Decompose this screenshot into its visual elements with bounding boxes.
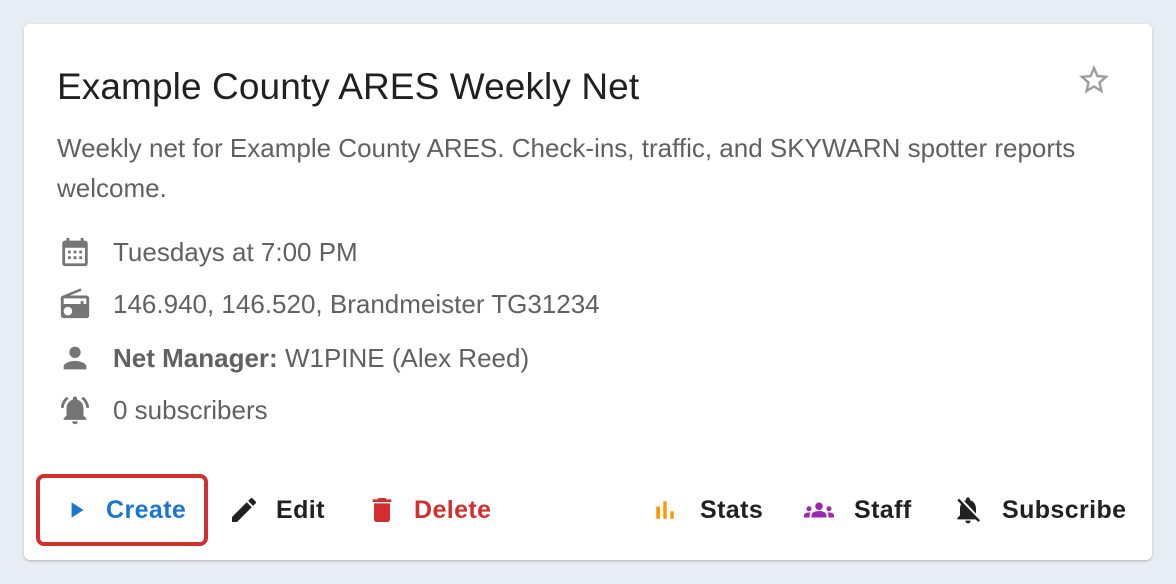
- staff-button[interactable]: Staff: [794, 480, 918, 540]
- calendar-icon: [57, 234, 93, 270]
- trash-icon: [372, 498, 392, 522]
- manager-label: Net Manager:: [113, 342, 278, 373]
- schedule-row: Tuesdays at 7:00 PM: [57, 234, 358, 270]
- subscribe-button[interactable]: Subscribe: [946, 480, 1132, 540]
- subscribe-label: Subscribe: [1002, 495, 1127, 524]
- frequencies-row: 146.940, 146.520, Brandmeister TG31234: [57, 286, 600, 322]
- manager-value: W1PINE (Alex Reed): [284, 342, 530, 373]
- edit-button[interactable]: Edit: [222, 480, 331, 540]
- stats-label: Stats: [700, 495, 764, 524]
- net-card: Example County ARES Weekly Net Weekly ne…: [24, 24, 1152, 560]
- stats-button[interactable]: Stats: [644, 480, 769, 540]
- notifications-off-icon: [957, 497, 980, 524]
- create-label: Create: [106, 495, 187, 524]
- subscribers-text: 0 subscribers: [113, 394, 268, 425]
- favorite-button[interactable]: [1076, 62, 1112, 98]
- groups-icon: [804, 502, 834, 518]
- card-actions: Create Edit Delete Stats Staff Subscribe: [24, 474, 1152, 546]
- net-title: Example County ARES Weekly Net: [57, 66, 640, 107]
- create-button[interactable]: Create: [36, 474, 208, 546]
- manager-row: Net Manager: W1PINE (Alex Reed): [57, 340, 529, 376]
- pencil-icon: [232, 497, 257, 522]
- bar-chart-icon: [656, 501, 674, 519]
- schedule-text: Tuesdays at 7:00 PM: [113, 236, 358, 267]
- subscribers-row: 0 subscribers: [57, 392, 268, 428]
- delete-label: Delete: [414, 495, 492, 524]
- net-description: Weekly net for Example County ARES. Chec…: [57, 133, 1076, 203]
- star-outline-icon: [1079, 65, 1109, 94]
- notifications-active-icon: [57, 392, 93, 428]
- manager-text: Net Manager: W1PINE (Alex Reed): [113, 343, 529, 374]
- delete-button[interactable]: Delete: [360, 480, 497, 540]
- edit-label: Edit: [276, 495, 325, 524]
- person-icon: [57, 340, 93, 376]
- frequencies-text: 146.940, 146.520, Brandmeister TG31234: [113, 288, 600, 319]
- radio-icon: [57, 286, 93, 322]
- staff-label: Staff: [854, 495, 912, 524]
- play-icon: [71, 502, 84, 518]
